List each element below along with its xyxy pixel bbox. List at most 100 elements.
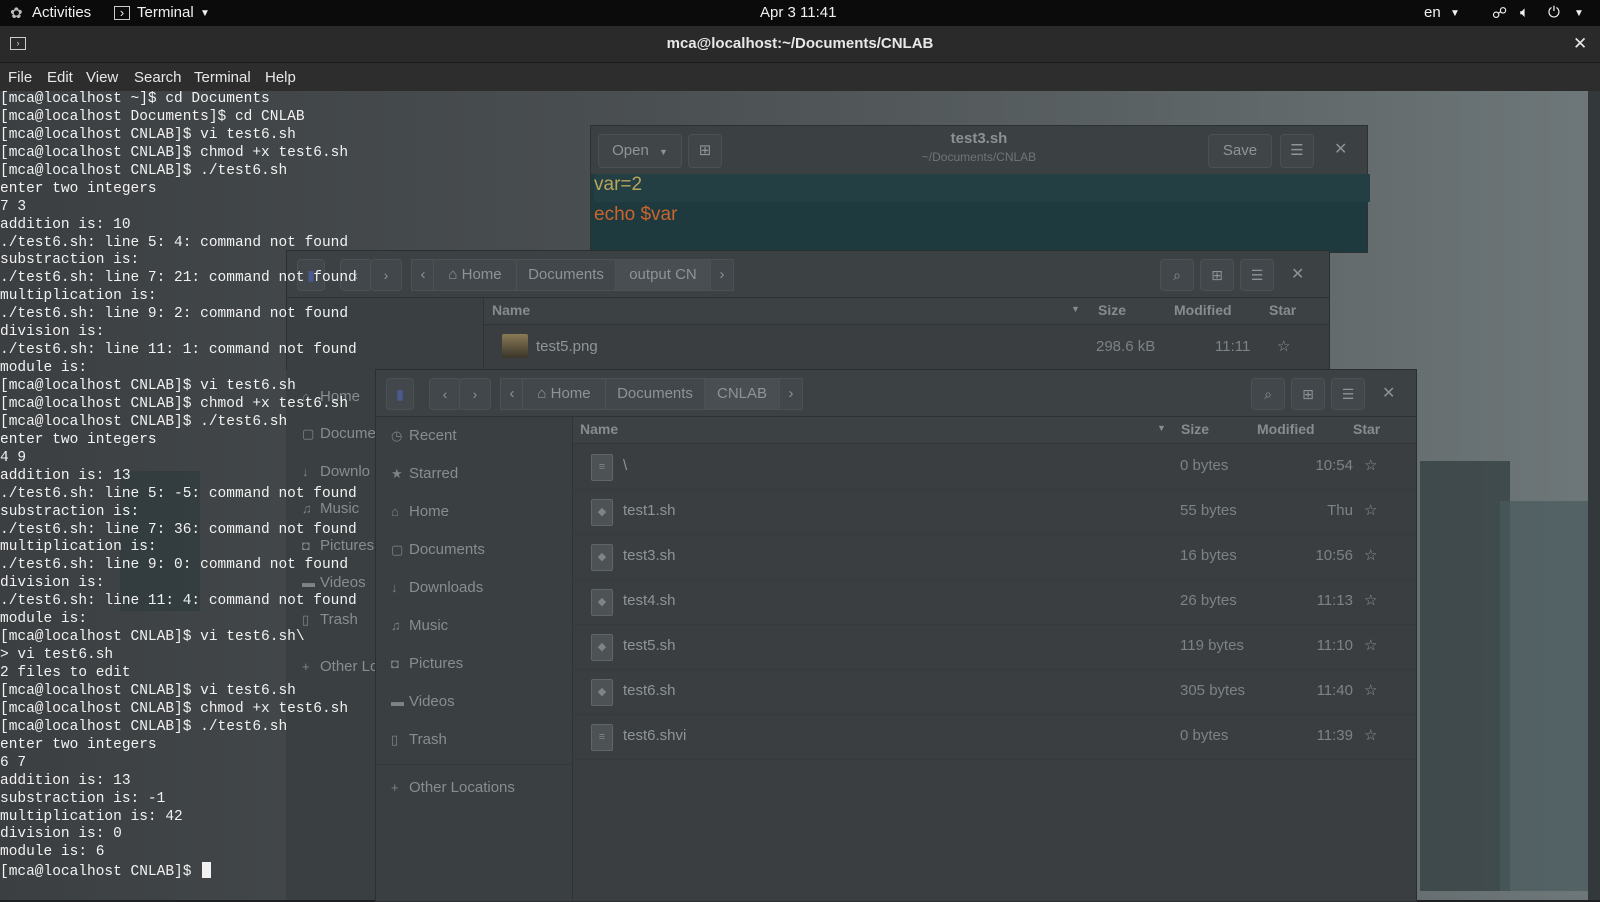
terminal-line: ./test6.sh: line 5: -5: command not foun… [0,485,357,502]
star-icon[interactable]: ☆ [1277,337,1290,355]
terminal-line: division is: 0 [0,826,122,843]
grid-view-icon[interactable]: ⊞ [1200,259,1234,291]
star-icon[interactable]: ☆ [1364,456,1377,474]
terminal-line: ./test6.sh: line 11: 4: command not foun… [0,593,357,610]
file-name: test1.sh [623,502,676,519]
script-file-icon: ◆ [591,499,613,526]
search-icon[interactable]: ⌕ [1160,259,1194,291]
col-star[interactable]: Star [1353,421,1380,437]
file-row[interactable]: ◆ test4.sh 26 bytes 11:13 ☆ [573,579,1416,625]
terminal-line: substraction is: [0,252,140,269]
crumb-output-cn[interactable]: output CN [615,259,711,291]
crumb-right-icon[interactable]: › [710,259,734,291]
window-title: mca@localhost:~/Documents/CNLAB [666,35,934,52]
clock[interactable]: Apr 3 11:41 [760,4,836,21]
app-menu-button[interactable]: Terminal [137,4,194,21]
terminal-line: addition is: 10 [0,216,131,233]
star-icon[interactable]: ☆ [1364,636,1377,654]
hamburger-menu-icon[interactable]: ☰ [1331,378,1365,410]
terminal-line: [mca@localhost CNLAB]$ ./test6.sh [0,413,288,430]
code-line-1: var=2 [594,174,1370,202]
network-icon[interactable]: ☍ [1492,4,1507,22]
code-line-2: echo $var [594,204,677,226]
volume-icon[interactable]: 🔈︎ [1520,4,1529,21]
chevron-down-icon: ▼ [1574,8,1584,19]
gnome-top-bar: ✿ Activities › Terminal ▼ Apr 3 11:41 en… [0,0,1600,26]
text-cursor [202,862,212,879]
file-row[interactable]: ◆ test5.sh 119 bytes 11:10 ☆ [573,624,1416,670]
file-size: 119 bytes [1180,637,1244,654]
file-size: 0 bytes [1180,727,1229,744]
file-row[interactable]: test5.png 298.6 kB 11:11 ☆ [484,325,1329,371]
file-size: 16 bytes [1180,547,1237,564]
chevron-down-icon: ▼ [1450,8,1460,19]
close-icon[interactable]: ✕ [1382,383,1395,403]
close-icon[interactable]: ✕ [1573,34,1587,54]
crumb-cnlab[interactable]: CNLAB [704,378,780,410]
power-icon[interactable]: ⏻ [1548,4,1560,21]
grid-view-icon[interactable]: ⊞ [1291,378,1325,410]
close-icon[interactable]: ✕ [1334,139,1347,159]
file-name: test4.sh [623,592,676,609]
gedit-window: Open ▼ ⊞ test3.sh ~/Documents/CNLAB Save… [590,125,1370,253]
editor-textarea[interactable]: var=2 echo $var [591,174,1370,252]
terminal-line: ./test6.sh: line 5: 4: command not found [0,234,349,251]
star-icon[interactable]: ☆ [1364,501,1377,519]
file-row[interactable]: ◆ test1.sh 55 bytes Thu ☆ [573,489,1416,535]
terminal-line: multiplication is: [0,539,157,556]
terminal-prompt[interactable]: [mca@localhost CNLAB]$ [0,862,580,880]
col-size[interactable]: Size [1181,421,1209,437]
column-header-row: Name ▼ Size Modified Star [484,298,1329,325]
menu-view[interactable]: View [86,69,118,86]
file-size: 26 bytes [1180,592,1237,609]
close-icon[interactable]: ✕ [1291,264,1304,284]
menu-terminal[interactable]: Terminal [194,69,251,86]
terminal-line: addition is: 13 [0,467,131,484]
terminal-line: [mca@localhost CNLAB]$ vi test6.sh\ [0,629,305,646]
terminal-line: module is: [0,360,88,377]
hamburger-menu-icon[interactable]: ☰ [1280,134,1314,168]
file-modified: 11:11 [1215,338,1251,355]
language-indicator[interactable]: en [1424,4,1441,21]
file-row[interactable]: ≡ test6.shvi 0 bytes 11:39 ☆ [573,714,1416,760]
activities-button[interactable]: Activities [32,4,91,21]
save-button[interactable]: Save [1208,134,1272,168]
file-size: 55 bytes [1180,502,1237,519]
terminal-output[interactable]: [mca@localhost ~]$ cd Documents [mca@loca… [0,91,580,900]
col-modified[interactable]: Modified [1257,421,1315,437]
menu-edit[interactable]: Edit [47,69,73,86]
script-file-icon: ◆ [591,634,613,661]
col-modified[interactable]: Modified [1174,302,1232,318]
star-icon[interactable]: ☆ [1364,726,1377,744]
menu-search[interactable]: Search [134,69,182,86]
hamburger-menu-icon[interactable]: ☰ [1240,259,1274,291]
file-name: test6.sh [623,682,676,699]
file-row[interactable]: ◆ test6.sh 305 bytes 11:40 ☆ [573,669,1416,715]
search-icon[interactable]: ⌕ [1251,378,1285,410]
crumb-documents[interactable]: Documents [605,378,705,410]
terminal-line: ./test6.sh: line 9: 0: command not found [0,557,349,574]
terminal-line: multiplication is: 42 [0,808,183,825]
terminal-line: enter two integers [0,431,157,448]
terminal-line: substraction is: [0,503,140,520]
menu-file[interactable]: File [8,69,32,86]
file-row[interactable]: ≡ \ 0 bytes 10:54 ☆ [573,444,1416,490]
terminal-line: [mca@localhost CNLAB]$ vi test6.sh [0,126,296,143]
file-modified: Thu [1327,502,1353,519]
star-icon[interactable]: ☆ [1364,546,1377,564]
terminal-scrollbar[interactable] [1588,91,1600,900]
menu-help[interactable]: Help [265,69,296,86]
terminal-line: [mca@localhost ~]$ cd Documents [0,91,270,107]
crumb-right-icon[interactable]: › [779,378,803,410]
terminal-line: module is: [0,611,88,628]
sort-chevron-icon: ▼ [1071,304,1080,314]
file-row[interactable]: ◆ test3.sh 16 bytes 10:56 ☆ [573,534,1416,580]
prompt-text: [mca@localhost CNLAB]$ [0,864,201,881]
file-modified: 11:13 [1316,592,1353,609]
col-star[interactable]: Star [1269,302,1296,318]
terminal-line: module is: 6 [0,844,105,861]
col-size[interactable]: Size [1098,302,1126,318]
star-icon[interactable]: ☆ [1364,591,1377,609]
col-name[interactable]: Name [580,421,618,437]
star-icon[interactable]: ☆ [1364,681,1377,699]
